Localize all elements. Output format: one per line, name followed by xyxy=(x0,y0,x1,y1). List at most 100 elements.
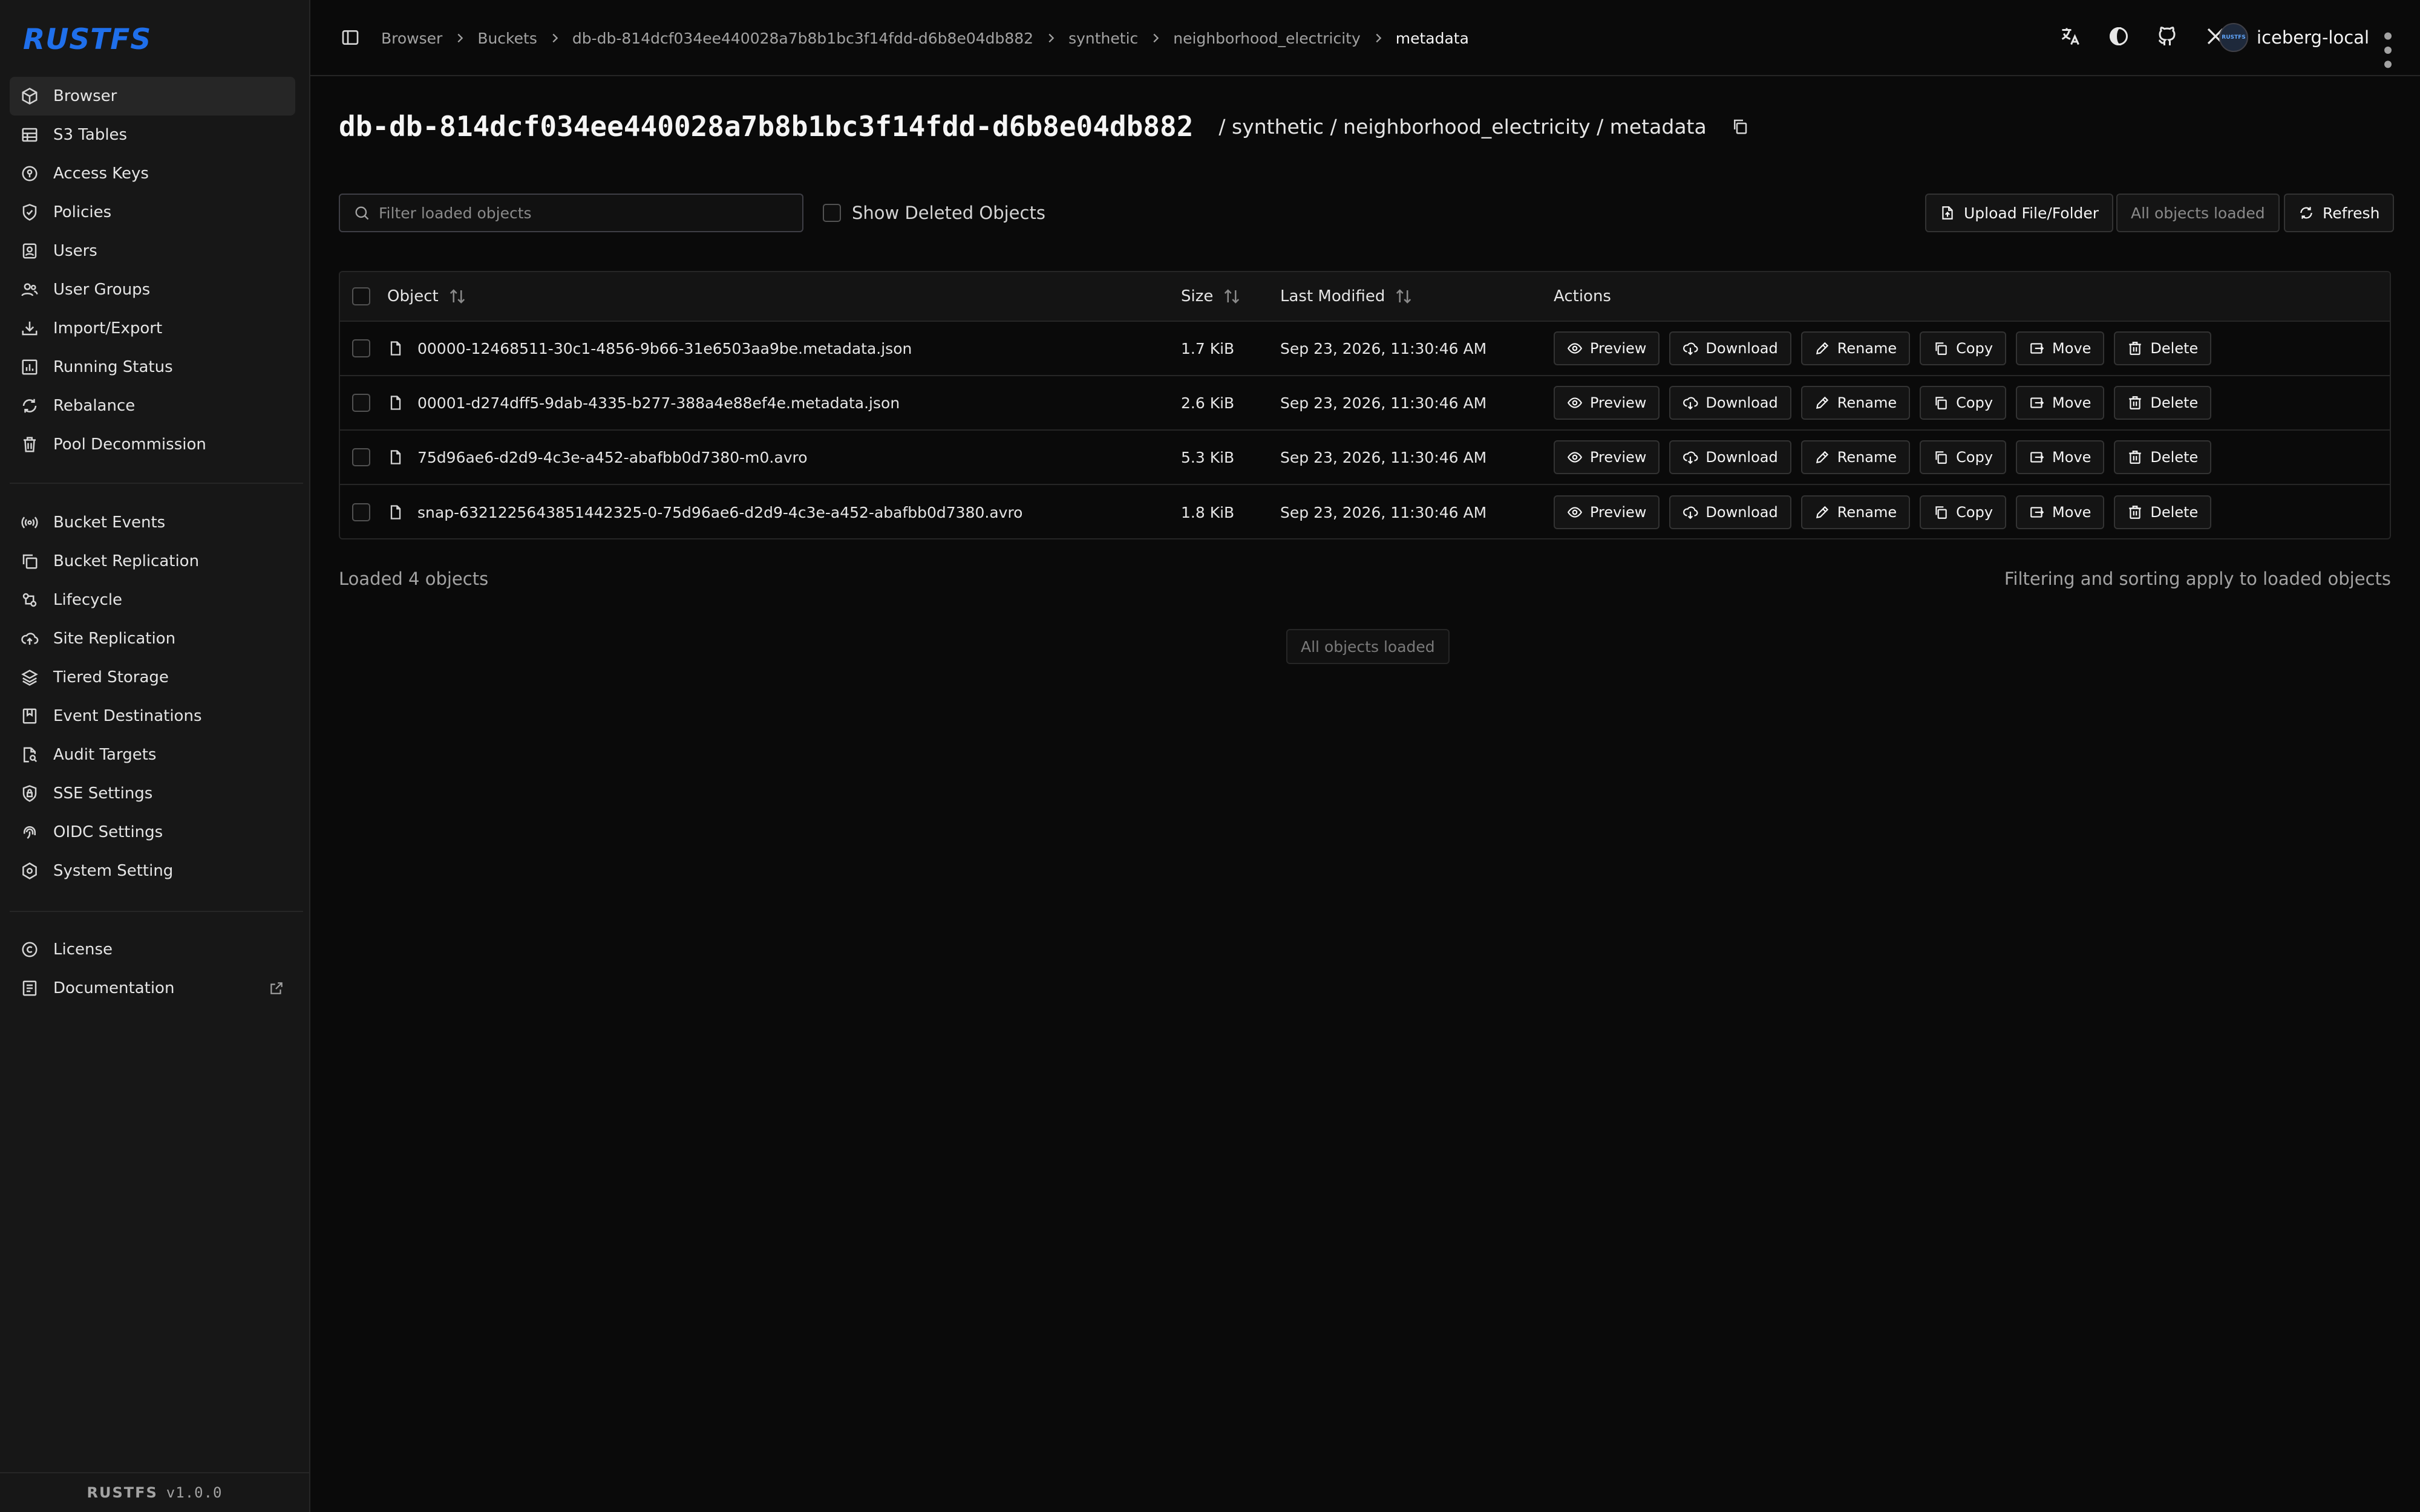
table-row[interactable]: 00001-d274dff5-9dab-4335-b277-388a4e88ef… xyxy=(340,376,2390,431)
more-vertical-icon[interactable] xyxy=(2380,27,2396,68)
object-name[interactable]: 00001-d274dff5-9dab-4335-b277-388a4e88ef… xyxy=(417,394,900,412)
breadcrumb-browser[interactable]: Browser xyxy=(381,30,442,47)
sidebar: RUSTFS Browser S3 Tables Access Keys Pol… xyxy=(0,0,310,1512)
sidebar-item-oidc-settings[interactable]: OIDC Settings xyxy=(10,813,295,852)
sidebar-item-site-replication[interactable]: Site Replication xyxy=(10,619,295,658)
all-loaded-badge: All objects loaded xyxy=(1286,629,1450,664)
theme-toggle-icon[interactable] xyxy=(2108,25,2130,47)
move-button[interactable]: Move xyxy=(2016,386,2105,420)
delete-button[interactable]: Delete xyxy=(2114,495,2212,529)
breadcrumb-current: metadata xyxy=(1395,29,1469,47)
rename-button[interactable]: Rename xyxy=(1800,440,1911,474)
object-name[interactable]: 75d96ae6-d2d9-4c3e-a452-abafbb0d7380-m0.… xyxy=(417,449,808,466)
sidebar-item-label: Site Replication xyxy=(53,630,176,648)
header-last-modified: Last Modified xyxy=(1280,272,1413,321)
preview-button[interactable]: Preview xyxy=(1554,495,1660,529)
rename-button[interactable]: Rename xyxy=(1800,495,1911,529)
table-row[interactable]: snap-6321225643851442325-0-75d96ae6-d2d9… xyxy=(340,485,2390,538)
sidebar-item-tiered-storage[interactable]: Tiered Storage xyxy=(10,658,295,697)
object-size: 5.3 KiB xyxy=(1181,448,1235,466)
copy-icon xyxy=(1933,395,1949,411)
download-button[interactable]: Download xyxy=(1669,331,1791,365)
move-button[interactable]: Move xyxy=(2016,331,2105,365)
download-label: Download xyxy=(1705,504,1778,521)
sort-icon[interactable] xyxy=(448,287,466,305)
select-all-checkbox[interactable] xyxy=(352,287,370,305)
language-icon[interactable] xyxy=(2059,25,2081,47)
table-row[interactable]: 75d96ae6-d2d9-4c3e-a452-abafbb0d7380-m0.… xyxy=(340,431,2390,485)
breadcrumb-folder-synthetic[interactable]: synthetic xyxy=(1068,30,1138,47)
copy-button[interactable]: Copy xyxy=(1920,331,2007,365)
sort-icon[interactable] xyxy=(1395,287,1413,305)
header-size-label: Size xyxy=(1181,287,1214,305)
sidebar-item-license[interactable]: License xyxy=(10,930,295,969)
filter-input[interactable] xyxy=(379,204,772,222)
breadcrumb-folder-neighborhood[interactable]: neighborhood_electricity xyxy=(1173,30,1360,47)
copy-icon[interactable] xyxy=(1731,117,1749,135)
sort-icon[interactable] xyxy=(1223,287,1241,305)
sidebar-item-audit-targets[interactable]: Audit Targets xyxy=(10,735,295,774)
sidebar-item-lifecycle[interactable]: Lifecycle xyxy=(10,581,295,619)
sidebar-item-system-setting[interactable]: System Setting xyxy=(10,852,295,890)
object-name[interactable]: 00000-12468511-30c1-4856-9b66-31e6503aa9… xyxy=(417,340,912,357)
sidebar-item-label: Lifecycle xyxy=(53,591,123,609)
breadcrumb-buckets[interactable]: Buckets xyxy=(477,30,537,47)
row-actions: Preview Download Rename Copy Move Delete xyxy=(1554,485,2212,538)
eye-icon xyxy=(1567,341,1583,356)
move-button[interactable]: Move xyxy=(2016,440,2105,474)
sidebar-item-user-groups[interactable]: User Groups xyxy=(10,270,295,309)
delete-button[interactable]: Delete xyxy=(2114,331,2212,365)
sidebar-item-rebalance[interactable]: Rebalance xyxy=(10,386,295,425)
download-button[interactable]: Download xyxy=(1669,440,1791,474)
rename-label: Rename xyxy=(1837,504,1897,521)
move-button[interactable]: Move xyxy=(2016,495,2105,529)
sidebar-item-event-destinations[interactable]: Event Destinations xyxy=(10,697,295,735)
show-deleted-checkbox[interactable] xyxy=(823,204,841,222)
row-checkbox[interactable] xyxy=(352,394,370,412)
sidebar-item-sse-settings[interactable]: SSE Settings xyxy=(10,774,295,813)
rename-button[interactable]: Rename xyxy=(1800,331,1911,365)
upload-button-label: Upload File/Folder xyxy=(1964,204,2099,222)
sidebar-item-browser[interactable]: Browser xyxy=(10,77,295,116)
preview-button[interactable]: Preview xyxy=(1554,386,1660,420)
sidebar-item-bucket-replication[interactable]: Bucket Replication xyxy=(10,542,295,581)
sidebar-item-pool-decommission[interactable]: Pool Decommission xyxy=(10,425,295,464)
delete-button[interactable]: Delete xyxy=(2114,386,2212,420)
refresh-button[interactable]: Refresh xyxy=(2284,194,2395,232)
row-actions: Preview Download Rename Copy Move Delete xyxy=(1554,376,2212,429)
sidebar-item-policies[interactable]: Policies xyxy=(10,193,295,232)
copy-button[interactable]: Copy xyxy=(1920,386,2007,420)
download-button[interactable]: Download xyxy=(1669,386,1791,420)
breadcrumb-bucket[interactable]: db-db-814dcf034ee440028a7b8b1bc3f14fdd-d… xyxy=(572,30,1033,47)
delete-button[interactable]: Delete xyxy=(2114,440,2212,474)
sidebar-item-users[interactable]: Users xyxy=(10,232,295,270)
download-button[interactable]: Download xyxy=(1669,495,1791,529)
user-menu[interactable]: RUSTFS iceberg-local xyxy=(2219,23,2396,68)
sidebar-item-documentation[interactable]: Documentation xyxy=(10,969,295,1008)
rename-button[interactable]: Rename xyxy=(1800,386,1911,420)
copy-button[interactable]: Copy xyxy=(1920,440,2007,474)
show-deleted-toggle[interactable]: Show Deleted Objects xyxy=(823,200,1045,226)
sidebar-item-running-status[interactable]: Running Status xyxy=(10,348,295,386)
preview-button[interactable]: Preview xyxy=(1554,331,1660,365)
sidebar-toggle-icon[interactable] xyxy=(341,28,360,47)
github-icon[interactable] xyxy=(2156,25,2178,47)
topbar: Browser Buckets db-db-814dcf034ee440028a… xyxy=(310,0,2420,76)
row-checkbox[interactable] xyxy=(352,448,370,466)
upload-button[interactable]: Upload File/Folder xyxy=(1925,194,2114,232)
sidebar-item-s3-tables[interactable]: S3 Tables xyxy=(10,116,295,154)
sidebar-item-bucket-events[interactable]: Bucket Events xyxy=(10,503,295,542)
table-row[interactable]: 00000-12468511-30c1-4856-9b66-31e6503aa9… xyxy=(340,322,2390,376)
rustfs-logo[interactable]: RUSTFS xyxy=(23,23,151,56)
preview-button[interactable]: Preview xyxy=(1554,440,1660,474)
row-checkbox[interactable] xyxy=(352,339,370,357)
sidebar-item-import-export[interactable]: Import/Export xyxy=(10,309,295,348)
row-checkbox[interactable] xyxy=(352,503,370,521)
object-name[interactable]: snap-6321225643851442325-0-75d96ae6-d2d9… xyxy=(417,504,1022,521)
sidebar-item-label: System Setting xyxy=(53,862,174,880)
sidebar-nav-tertiary: License Documentation xyxy=(10,930,295,1008)
trash-icon xyxy=(2127,449,2143,465)
copy-button[interactable]: Copy xyxy=(1920,495,2007,529)
key-icon xyxy=(21,165,39,183)
sidebar-item-access-keys[interactable]: Access Keys xyxy=(10,154,295,193)
